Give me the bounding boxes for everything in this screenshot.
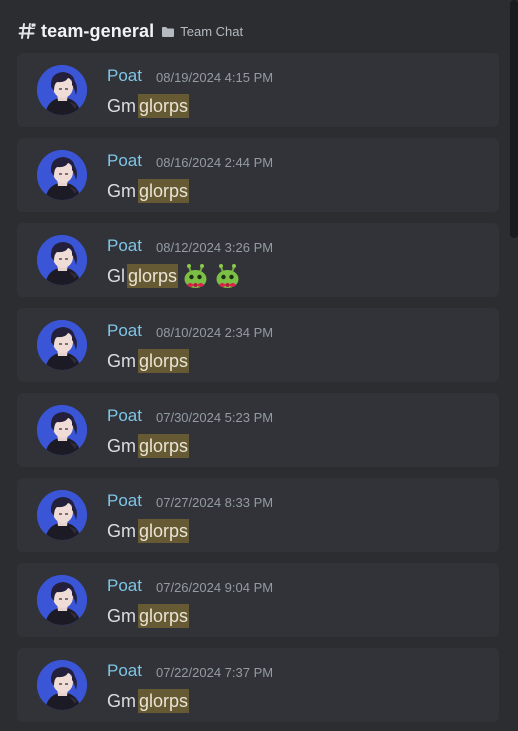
author-name[interactable]: Poat <box>107 661 142 681</box>
avatar[interactable] <box>37 320 87 370</box>
message-text: Gm <box>107 350 136 371</box>
message-timestamp: 07/26/2024 9:04 PM <box>156 580 274 595</box>
author-name[interactable]: Poat <box>107 151 142 171</box>
search-highlight: glorps <box>138 94 190 118</box>
avatar[interactable] <box>37 660 87 710</box>
search-highlight: glorps <box>138 179 190 203</box>
message-timestamp: 07/27/2024 8:33 PM <box>156 495 274 510</box>
message-content: Gm glorps <box>107 349 190 373</box>
avatar[interactable] <box>37 490 87 540</box>
message-card[interactable]: Poat 08/19/2024 4:15 PM Gm glorps <box>17 53 499 127</box>
message-content: Gm glorps <box>107 689 190 713</box>
message-text: Gm <box>107 605 136 626</box>
message-card[interactable]: Poat 07/22/2024 7:37 PM Gm glorps <box>17 648 499 722</box>
message-card[interactable]: Poat 07/27/2024 8:33 PM Gm glorps <box>17 478 499 552</box>
message-list: Poat 08/19/2024 4:15 PM Gm glorps Poat 0… <box>17 53 499 731</box>
search-highlight: glorps <box>138 689 190 713</box>
avatar[interactable] <box>37 575 87 625</box>
message-timestamp: 08/10/2024 2:34 PM <box>156 325 274 340</box>
message-card[interactable]: Poat 07/26/2024 9:04 PM Gm glorps <box>17 563 499 637</box>
message-card[interactable]: Poat 08/12/2024 3:26 PM Gl glorps <box>17 223 499 297</box>
avatar[interactable] <box>37 150 87 200</box>
avatar[interactable] <box>37 65 87 115</box>
message-timestamp: 08/16/2024 2:44 PM <box>156 155 274 170</box>
folder-icon <box>161 25 175 37</box>
avatar[interactable] <box>37 405 87 455</box>
hash-threads-icon <box>18 22 36 40</box>
glorp-emoji[interactable] <box>181 261 210 291</box>
glorp-emoji[interactable] <box>213 261 242 291</box>
author-name[interactable]: Poat <box>107 66 142 86</box>
scrollbar[interactable] <box>510 0 518 238</box>
message-timestamp: 07/22/2024 7:37 PM <box>156 665 274 680</box>
avatar[interactable] <box>37 235 87 285</box>
message-timestamp: 08/12/2024 3:26 PM <box>156 240 274 255</box>
search-highlight: glorps <box>138 434 190 458</box>
message-text: Gm <box>107 520 136 541</box>
message-timestamp: 08/19/2024 4:15 PM <box>156 70 274 85</box>
message-card[interactable]: Poat 08/16/2024 2:44 PM Gm glorps <box>17 138 499 212</box>
message-content: Gm glorps <box>107 604 190 628</box>
author-name[interactable]: Poat <box>107 406 142 426</box>
author-name[interactable]: Poat <box>107 321 142 341</box>
message-content: Gm glorps <box>107 94 190 118</box>
message-text: Gm <box>107 690 136 711</box>
message-content: Gl glorps <box>107 264 242 288</box>
author-name[interactable]: Poat <box>107 576 142 596</box>
message-card[interactable]: Poat 08/10/2024 2:34 PM Gm glorps <box>17 308 499 382</box>
message-text: Gm <box>107 435 136 456</box>
search-highlight: glorps <box>127 264 179 288</box>
message-content: Gm glorps <box>107 434 190 458</box>
author-name[interactable]: Poat <box>107 236 142 256</box>
message-text: Gm <box>107 95 136 116</box>
author-name[interactable]: Poat <box>107 491 142 511</box>
channel-header: team-general Team Chat <box>18 18 243 44</box>
message-card[interactable]: Poat 07/30/2024 5:23 PM Gm glorps <box>17 393 499 467</box>
message-content: Gm glorps <box>107 179 190 203</box>
category-name[interactable]: Team Chat <box>180 24 243 39</box>
search-highlight: glorps <box>138 604 190 628</box>
message-text: Gl <box>107 265 125 286</box>
search-highlight: glorps <box>138 519 190 543</box>
channel-name[interactable]: team-general <box>41 21 154 42</box>
message-timestamp: 07/30/2024 5:23 PM <box>156 410 274 425</box>
message-text: Gm <box>107 180 136 201</box>
message-content: Gm glorps <box>107 519 190 543</box>
search-highlight: glorps <box>138 349 190 373</box>
